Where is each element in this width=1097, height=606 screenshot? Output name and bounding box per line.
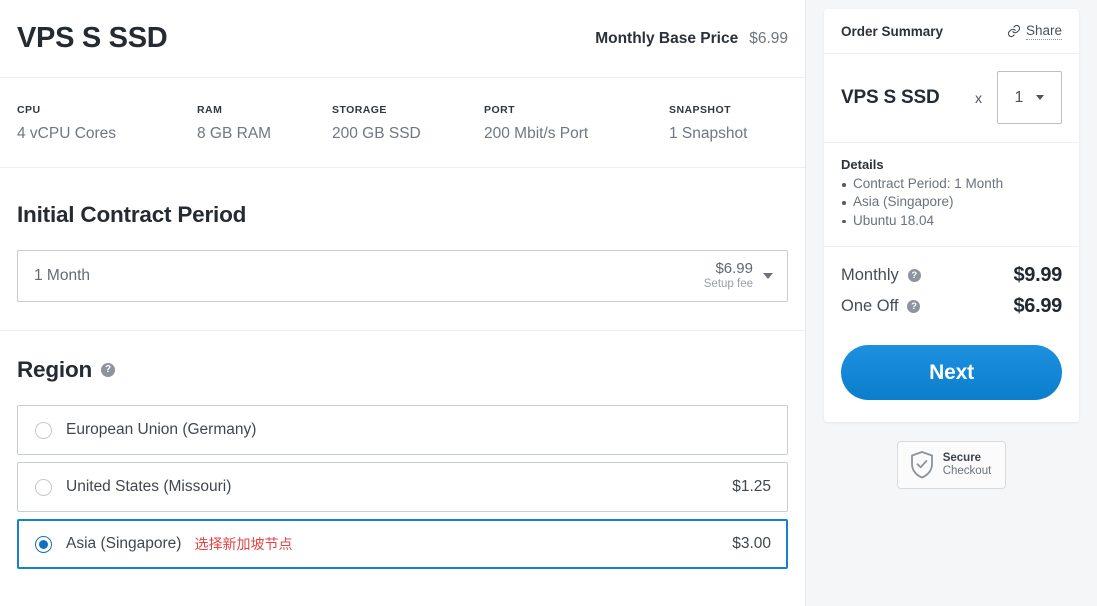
secure-line-2: Checkout	[942, 465, 992, 478]
quantity-value: 1	[1014, 88, 1024, 106]
setup-fee-amount: $6.99	[715, 260, 753, 278]
spec-value: 8 GB RAM	[197, 125, 272, 142]
secure-checkout-text: Secure Checkout	[943, 452, 992, 479]
spec-label: PORT	[484, 104, 515, 116]
spec-value: 4 vCPU Cores	[17, 125, 117, 142]
help-icon[interactable]: ?	[101, 363, 116, 377]
region-option-label: European Union (Germany)	[66, 421, 257, 438]
order-summary-card: Order Summary Share VPS S SSD x 1 Detail…	[824, 9, 1079, 423]
shield-check-icon	[910, 451, 933, 479]
next-button-wrapper: Next	[824, 326, 1079, 422]
region-option-united-states[interactable]: United States (Missouri) $1.25	[17, 462, 788, 512]
spec-cpu: CPU 4 vCPU Cores	[17, 104, 197, 143]
list-item: Contract Period: 1 Month	[841, 175, 1062, 193]
spec-value: 200 GB SSD	[332, 125, 421, 142]
monthly-base-price-value: $6.99	[749, 29, 788, 47]
contract-period-heading: Initial Contract Period	[17, 202, 247, 227]
spec-label: STORAGE	[332, 104, 387, 116]
radio-icon[interactable]	[35, 478, 52, 496]
total-label: One Off	[841, 297, 899, 316]
contract-period-selected-value: 1 Month	[34, 267, 91, 284]
order-item-name: VPS S SSD	[841, 86, 940, 108]
share-label: Share	[1025, 22, 1062, 40]
region-option-asia-singapore[interactable]: Asia (Singapore) 选择新加坡节点 $3.00	[17, 519, 788, 569]
total-row-monthly: Monthly ? $9.99	[841, 264, 1062, 287]
spec-snapshot: SNAPSHOT 1 Snapshot	[669, 104, 809, 143]
share-button[interactable]: Share	[1007, 23, 1062, 40]
spec-value: 1 Snapshot	[669, 125, 748, 142]
order-details: Details Contract Period: 1 Month Asia (S…	[824, 143, 1079, 248]
product-header: VPS S SSD Monthly Base Price $6.99	[0, 0, 805, 78]
monthly-base-price-label: Monthly Base Price	[595, 29, 739, 47]
secure-checkout-wrapper: Secure Checkout	[824, 441, 1079, 490]
page-title: VPS S SSD	[17, 22, 168, 54]
region-option-price: $3.00	[732, 535, 771, 552]
total-row-one-off: One Off ? $6.99	[841, 295, 1062, 318]
order-details-title: Details	[841, 157, 884, 172]
order-totals: Monthly ? $9.99 One Off ? $6.99	[824, 247, 1079, 318]
list-item: Ubuntu 18.04	[841, 212, 1062, 230]
region-option-price: $1.25	[732, 478, 771, 495]
order-summary-item: VPS S SSD x 1	[824, 54, 1079, 143]
radio-icon[interactable]	[35, 421, 52, 439]
region-option-label: United States (Missouri)	[66, 478, 232, 495]
contract-period-section: Initial Contract Period 1 Month $6.99 Se…	[0, 168, 805, 331]
order-summary-sidebar: Order Summary Share VPS S SSD x 1 Detail…	[806, 0, 1097, 606]
spec-label: SNAPSHOT	[669, 104, 731, 116]
chevron-down-icon	[763, 273, 773, 279]
total-value: $9.99	[1013, 264, 1062, 287]
secure-checkout-badge: Secure Checkout	[896, 441, 1007, 490]
multiply-symbol: x	[975, 89, 982, 106]
contract-period-select[interactable]: 1 Month $6.99 Setup fee	[17, 250, 788, 302]
region-option-note: 选择新加坡节点	[194, 536, 293, 552]
total-value: $6.99	[1013, 295, 1062, 318]
spec-value: 200 Mbit/s Port	[484, 125, 589, 142]
region-heading-row: Region ?	[17, 357, 788, 383]
region-section: Region ? European Union (Germany) United…	[0, 331, 805, 569]
contract-period-heading-row: Initial Contract Period	[17, 202, 788, 228]
spec-list: CPU 4 vCPU Cores RAM 8 GB RAM STORAGE 20…	[0, 78, 805, 168]
order-details-list: Contract Period: 1 Month Asia (Singapore…	[841, 175, 1062, 230]
order-summary-title: Order Summary	[841, 23, 944, 39]
help-icon[interactable]: ?	[907, 300, 921, 314]
contract-period-select-right: $6.99 Setup fee	[704, 260, 773, 291]
chevron-down-icon	[1036, 95, 1045, 100]
main-panel: VPS S SSD Monthly Base Price $6.99 CPU 4…	[0, 0, 806, 606]
spec-label: RAM	[197, 104, 223, 116]
region-heading: Region	[17, 357, 93, 382]
spec-storage: STORAGE 200 GB SSD	[332, 104, 484, 143]
spec-port: PORT 200 Mbit/s Port	[484, 104, 669, 143]
spec-label: CPU	[17, 104, 41, 116]
region-option-list: European Union (Germany) United States (…	[17, 405, 788, 569]
help-icon[interactable]: ?	[907, 269, 921, 283]
checkout-page: VPS S SSD Monthly Base Price $6.99 CPU 4…	[0, 0, 1097, 606]
order-summary-header: Order Summary Share	[824, 9, 1079, 54]
quantity-select[interactable]: 1	[997, 71, 1062, 124]
total-label: Monthly	[841, 266, 899, 285]
secure-line-1: Secure	[942, 451, 982, 464]
setup-fee: $6.99 Setup fee	[704, 260, 753, 291]
list-item: Asia (Singapore)	[841, 193, 1062, 211]
radio-icon-selected[interactable]	[35, 535, 52, 553]
next-button[interactable]: Next	[841, 345, 1062, 401]
spec-ram: RAM 8 GB RAM	[197, 104, 332, 143]
setup-fee-label: Setup fee	[703, 278, 753, 291]
link-icon	[1007, 24, 1021, 38]
region-option-european-union[interactable]: European Union (Germany)	[17, 405, 788, 455]
monthly-base-price: Monthly Base Price $6.99	[595, 30, 788, 48]
region-option-label: Asia (Singapore)	[66, 535, 182, 552]
